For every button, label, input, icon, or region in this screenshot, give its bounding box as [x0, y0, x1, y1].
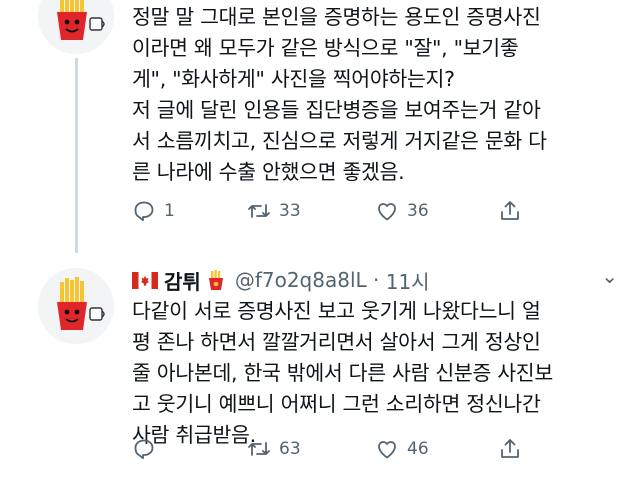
- like-count: 36: [407, 201, 429, 221]
- fries-character-icon: [38, 268, 114, 344]
- tweet-text-line: 른 나라에 수출 안했으면 좋겠음.: [132, 160, 405, 184]
- tweet-text: 정말 말 그대로 본인을 증명하는 용도인 증명사진 이라면 왜 모두가 같은 …: [132, 2, 630, 188]
- reply-count: 1: [164, 201, 175, 221]
- avatar[interactable]: [38, 268, 114, 344]
- retweet-icon: [248, 204, 270, 218]
- share-button[interactable]: [498, 199, 522, 223]
- like-count: 46: [407, 439, 429, 459]
- tweet-text-line: 고 웃기니 예쁘니 어쩌니 그런 소리하면 정신나간: [132, 392, 541, 416]
- retweet-count: 33: [279, 201, 301, 221]
- share-icon: [501, 201, 519, 220]
- reply-button[interactable]: [132, 437, 156, 461]
- tweet-text-line: 줄 아나본데, 한국 밖에서 다른 사람 신분증 사진보: [132, 361, 553, 385]
- tweet-text-line: 저 글에 달린 인용들 집단병증을 보여주는거 같아: [132, 98, 541, 122]
- retweet-button[interactable]: 33: [247, 199, 301, 223]
- tweet-text-line: 게", "화사하게" 사진을 찍어야하는지?: [132, 67, 455, 91]
- like-button[interactable]: 36: [375, 199, 429, 223]
- tweet-text-line: 평 존나 하면서 깔깔거리면서 살아서 그게 정상인: [132, 330, 541, 354]
- retweet-icon: [248, 442, 270, 456]
- tweet-text-line: 다같이 서로 증명사진 보고 웃기게 나왔다느니 얼: [132, 299, 541, 323]
- heart-icon: [378, 203, 396, 221]
- reply-icon: [134, 439, 154, 460]
- fries-emoji-icon: [208, 270, 223, 290]
- author-name[interactable]: 감튀: [164, 266, 201, 295]
- tweet-actions: 63 46: [132, 437, 532, 473]
- fries-character-icon: [38, 0, 114, 54]
- thread-connector-line: [75, 58, 78, 253]
- avatar[interactable]: [38, 0, 114, 54]
- author-handle[interactable]: @f7o2q8a8lL: [235, 268, 367, 292]
- retweet-button[interactable]: 63: [247, 437, 301, 461]
- reply-button[interactable]: 1: [132, 199, 175, 223]
- retweet-count: 63: [279, 439, 301, 459]
- tweet-text-line: 정말 말 그대로 본인을 증명하는 용도인 증명사진: [132, 5, 541, 29]
- tweet-text: 다같이 서로 증명사진 보고 웃기게 나왔다느니 얼 평 존나 하면서 깔깔거리…: [132, 296, 630, 451]
- share-button[interactable]: [498, 437, 522, 461]
- share-icon: [501, 439, 519, 458]
- tweet-text-line: 서 소름끼치고, 진심으로 저렇게 거지같은 문화 다: [132, 129, 547, 153]
- tweet-actions: 1 33 36: [132, 199, 532, 235]
- chevron-down-icon: ⌄: [601, 264, 618, 288]
- tweet-text-line: 이라면 왜 모두가 같은 방식으로 "잘", "보기좋: [132, 36, 519, 60]
- separator-dot: ·: [366, 268, 386, 292]
- like-button[interactable]: 46: [375, 437, 429, 461]
- heart-icon: [378, 441, 396, 459]
- canada-flag-icon: [132, 271, 158, 289]
- more-options-button[interactable]: ⌄: [601, 264, 618, 288]
- tweet-header: 감튀 @f7o2q8a8lL · 11시 ⌄: [132, 264, 622, 296]
- tweet-time[interactable]: 11시: [386, 266, 430, 295]
- reply-icon: [134, 201, 154, 222]
